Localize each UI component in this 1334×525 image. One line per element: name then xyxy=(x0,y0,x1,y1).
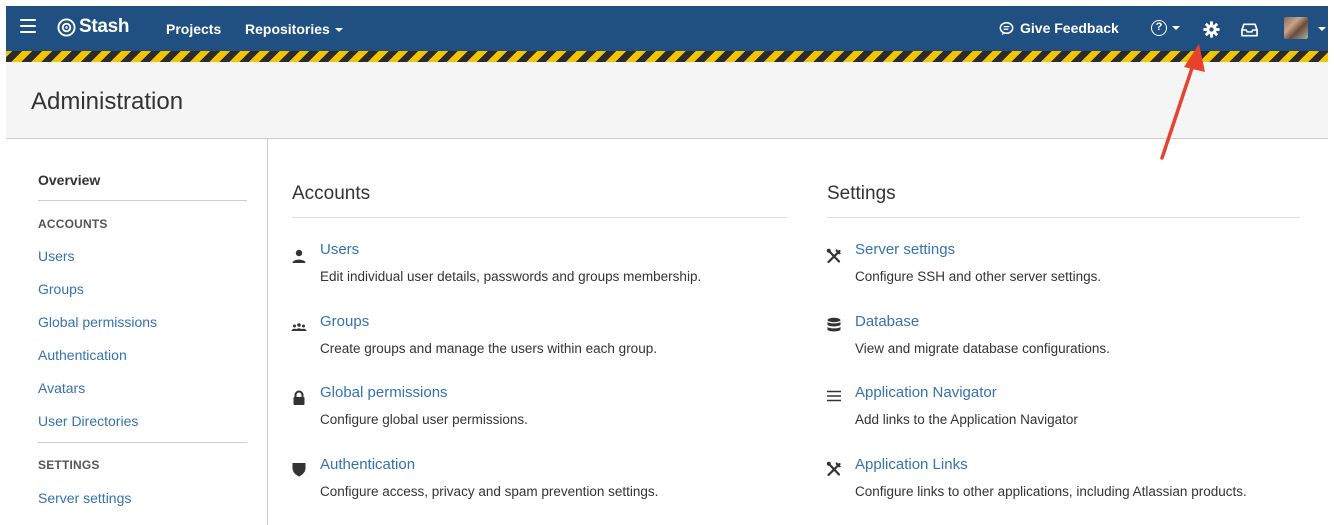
page-header: Administration xyxy=(6,62,1328,139)
settings-application-links-description: Configure links to other applications, i… xyxy=(855,484,1247,499)
sidebar-divider xyxy=(38,442,247,443)
chevron-down-icon[interactable] xyxy=(1318,27,1326,31)
help-icon: ? xyxy=(1151,20,1167,36)
section-divider xyxy=(292,217,787,218)
sidebar-item-overview[interactable]: Overview xyxy=(38,172,100,188)
help-menu[interactable]: ? xyxy=(1151,20,1180,36)
user-icon xyxy=(292,249,306,263)
feedback-icon xyxy=(999,21,1014,35)
nav-repositories[interactable]: Repositories xyxy=(245,21,343,37)
settings-server-settings-link[interactable]: Server settings xyxy=(855,241,955,258)
page-title: Administration xyxy=(31,88,184,115)
nav-projects[interactable]: Projects xyxy=(166,21,221,37)
settings-application-links-link[interactable]: Application Links xyxy=(855,456,968,473)
settings-application-navigator-link[interactable]: Application Navigator xyxy=(855,384,997,401)
sidebar-item-server-settings[interactable]: Server settings xyxy=(38,490,131,506)
sidebar-divider xyxy=(38,200,247,201)
settings-database-link[interactable]: Database xyxy=(855,313,919,330)
sidebar-item-authentication[interactable]: Authentication xyxy=(38,347,127,363)
accounts-global-permissions-link[interactable]: Global permissions xyxy=(320,384,448,401)
accounts-global-permissions-description: Configure global user permissions. xyxy=(320,412,528,427)
sidebar-heading-settings: SETTINGS xyxy=(38,458,100,472)
accounts-authentication-link[interactable]: Authentication xyxy=(320,456,415,473)
group-icon xyxy=(291,323,307,331)
sidebar-item-avatars[interactable]: Avatars xyxy=(38,380,85,396)
chevron-down-icon xyxy=(334,28,343,33)
database-icon xyxy=(827,317,841,332)
settings-section-title: Settings xyxy=(827,183,896,204)
sidebar-heading-accounts: ACCOUNTS xyxy=(38,217,108,231)
sidebar-item-user-directories[interactable]: User Directories xyxy=(38,413,138,429)
accounts-groups-description: Create groups and manage the users withi… xyxy=(320,341,657,356)
accounts-authentication-description: Configure access, privacy and spam preve… xyxy=(320,484,659,499)
hazard-stripe xyxy=(6,51,1328,62)
sidebar-item-users[interactable]: Users xyxy=(38,248,75,264)
settings-server-settings-description: Configure SSH and other server settings. xyxy=(855,269,1102,284)
top-navigation-bar: Stash Projects Repositories Give Feedbac… xyxy=(6,6,1328,51)
menu-icon xyxy=(827,390,841,402)
menu-icon[interactable] xyxy=(20,19,36,33)
stash-logo-icon xyxy=(57,17,76,37)
admin-sidebar: Overview ACCOUNTS Users Groups Global pe… xyxy=(6,139,268,525)
accounts-users-link[interactable]: Users xyxy=(320,241,359,258)
sidebar-item-groups[interactable]: Groups xyxy=(38,281,84,297)
logo-text: Stash xyxy=(79,16,130,37)
sidebar-item-global-permissions[interactable]: Global permissions xyxy=(38,314,157,330)
give-feedback-button[interactable]: Give Feedback xyxy=(999,20,1119,36)
shield-icon xyxy=(292,463,306,477)
avatar[interactable] xyxy=(1284,17,1308,39)
lock-icon xyxy=(293,390,305,405)
chevron-down-icon xyxy=(1172,26,1180,30)
tools-icon xyxy=(826,461,841,477)
gear-icon[interactable] xyxy=(1203,21,1220,38)
settings-application-navigator-description: Add links to the Application Navigator xyxy=(855,412,1078,427)
nav-repositories-label: Repositories xyxy=(245,21,330,37)
accounts-groups-link[interactable]: Groups xyxy=(320,313,369,330)
tools-icon xyxy=(826,248,841,264)
inbox-icon[interactable] xyxy=(1241,23,1258,37)
give-feedback-label: Give Feedback xyxy=(1020,20,1119,36)
accounts-users-description: Edit individual user details, passwords … xyxy=(320,269,702,284)
section-divider xyxy=(827,217,1300,218)
stash-logo[interactable]: Stash xyxy=(57,16,130,38)
accounts-section-title: Accounts xyxy=(292,183,371,204)
settings-database-description: View and migrate database configurations… xyxy=(855,341,1110,356)
